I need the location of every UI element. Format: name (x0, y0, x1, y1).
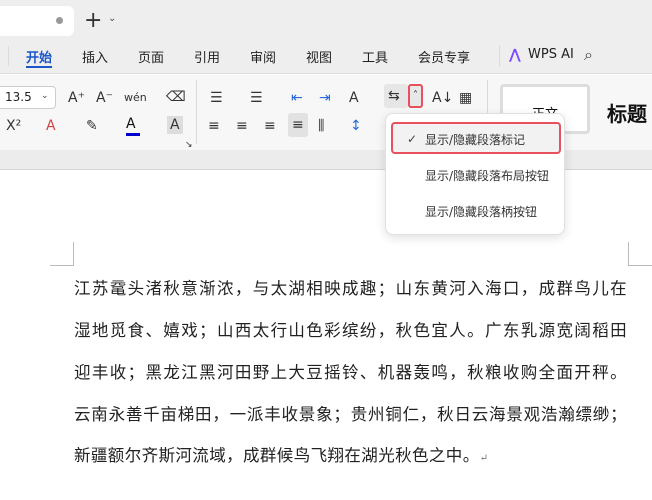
paragraph-mark-icon: ⇆ (388, 88, 400, 104)
new-tab-dropdown-icon[interactable]: ⌄ (108, 13, 116, 24)
divider (499, 45, 500, 67)
align-right-icon[interactable]: ≡ (264, 117, 276, 135)
text-line-content: 新疆额尔齐斯河流域，成群候鸟飞翔在湖光秋色之中。 (74, 446, 480, 465)
margin-corner-mark (628, 242, 629, 266)
pinyin-button[interactable]: wén (124, 89, 147, 107)
chevron-down-icon: ⌄ (41, 91, 49, 101)
decrease-indent-icon[interactable]: ⇤ (291, 89, 303, 107)
decrease-font-button[interactable]: A⁻ (96, 89, 113, 107)
text-line[interactable]: 云南永善千亩梯田，一派丰收景象；贵州铜仁，秋日云海景观浩瀚缥缈； (74, 401, 627, 425)
wps-ai-logo-icon: ⋀ (509, 47, 521, 63)
paragraph-mark-icon: ↵ (479, 453, 489, 464)
highlight-icon[interactable]: ✎ (86, 117, 98, 135)
tab-tools[interactable]: 工具 (362, 47, 388, 66)
align-left-icon[interactable]: ≡ (208, 117, 220, 135)
text-line[interactable]: 迎丰收；黑龙江黑河田野上大豆摇铃、机器轰鸣，秋粮收购全面开秤。 (74, 359, 627, 383)
unsaved-dot-icon (56, 17, 63, 24)
menu-item-toggle-paragraph-marks[interactable]: ✓ 显示/隐藏段落标记 (391, 122, 561, 154)
superscript-button[interactable]: X² (6, 117, 21, 135)
paragraph-mark-dropdown-button[interactable]: ˄ (408, 84, 423, 108)
check-icon: ✓ (407, 132, 418, 146)
line-spacing-icon[interactable]: ↕ (350, 117, 362, 135)
tab-view[interactable]: 视图 (306, 47, 332, 66)
menu-item-toggle-handle-buttons[interactable]: 显示/隐藏段落柄按钮 (391, 194, 561, 226)
justify-icon[interactable]: ≡ (288, 113, 308, 137)
active-tab-indicator (26, 66, 52, 68)
tab-reference[interactable]: 引用 (194, 47, 220, 66)
font-size-value: 13.5 (5, 90, 32, 104)
new-tab-button[interactable]: + (84, 8, 102, 33)
text-line[interactable]: 新疆额尔齐斯河流域，成群候鸟飞翔在湖光秋色之中。↵ (74, 442, 627, 466)
sort-icon[interactable]: A↓ (432, 89, 453, 107)
font-size-select[interactable]: 13.5 ⌄ (0, 86, 56, 109)
increase-font-button[interactable]: A⁺ (68, 89, 85, 107)
style-heading[interactable]: 标题 (607, 98, 647, 127)
char-shading-button[interactable]: A (167, 116, 183, 134)
divider (196, 80, 197, 144)
margin-corner-mark (73, 242, 74, 266)
increase-indent-icon[interactable]: ⇥ (319, 89, 331, 107)
font-color-icon[interactable]: A (126, 115, 140, 136)
tab-insert[interactable]: 插入 (82, 47, 108, 66)
search-icon[interactable]: ⌕ (584, 45, 593, 65)
tab-home[interactable]: 开始 (26, 47, 52, 66)
margin-corner-mark (628, 265, 652, 266)
text-line[interactable]: 湿地觅食、嬉戏；山西太行山色彩缤纷，秋色宜人。广东乳源宽阔稻田 (74, 317, 627, 341)
divider (8, 46, 9, 66)
bullet-list-icon[interactable]: ☰ (210, 89, 223, 107)
table-border-icon[interactable]: ▦ (459, 89, 472, 107)
menu-item-toggle-layout-buttons[interactable]: 显示/隐藏段落布局按钮 (391, 158, 561, 190)
tab-page[interactable]: 页面 (138, 47, 164, 66)
menu-item-label: 显示/隐藏段落标记 (425, 133, 526, 147)
distributed-align-icon[interactable]: ⫼ (318, 117, 324, 135)
char-spacing-icon[interactable]: A (349, 89, 359, 107)
eraser-icon[interactable]: ⌫ (166, 88, 186, 106)
tab-member[interactable]: 会员专享 (418, 47, 470, 66)
align-center-icon[interactable]: ≡ (236, 117, 248, 135)
paragraph-mark-toggle-button[interactable]: ⇆ (384, 84, 408, 108)
wps-ai-button[interactable]: WPS AI (528, 47, 574, 62)
numbered-list-icon[interactable]: ☰ (250, 89, 263, 107)
text-line[interactable]: 江苏鼋头渚秋意渐浓，与太湖相映成趣；山东黄河入海口，成群鸟儿在 (74, 275, 627, 299)
text-effect-icon[interactable]: A (46, 117, 56, 135)
margin-corner-mark (50, 265, 74, 266)
paragraph-mark-menu: ✓ 显示/隐藏段落标记 显示/隐藏段落布局按钮 显示/隐藏段落柄按钮 (385, 113, 565, 235)
tab-review[interactable]: 审阅 (250, 47, 276, 66)
